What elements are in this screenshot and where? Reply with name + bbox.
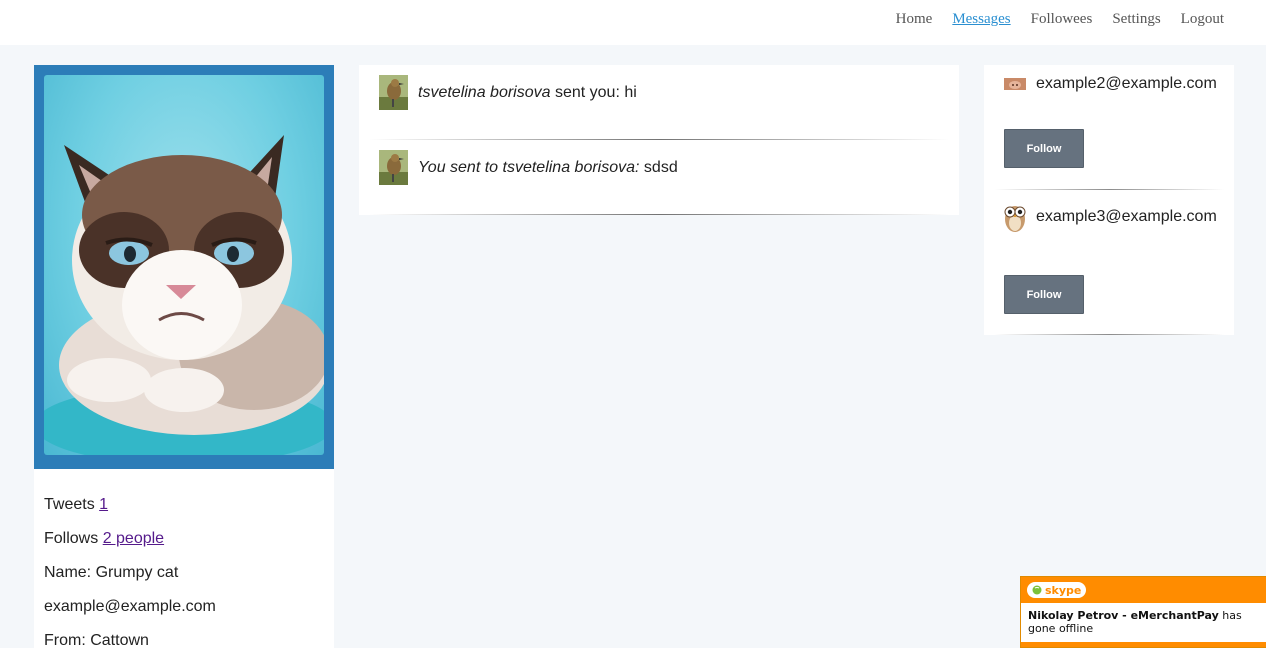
- owl-avatar-icon: [1004, 206, 1026, 232]
- follow-suggestions: example2@example.com Follow example3@exa…: [984, 65, 1234, 335]
- profile-photo-frame: [34, 65, 334, 469]
- suggestion-user: example2@example.com: [1003, 75, 1217, 93]
- skype-notification[interactable]: skype Nikolay Petrov - eMerchantPay has …: [1020, 576, 1266, 648]
- skype-brand: skype: [1045, 583, 1082, 597]
- tweets-stat: Tweets 1: [44, 495, 324, 515]
- nav-logout[interactable]: Logout: [1181, 11, 1224, 28]
- skype-notification-body: Nikolay Petrov - eMerchantPay has gone o…: [1021, 603, 1266, 635]
- message-item[interactable]: tsvetelina borisova sent you: hi: [359, 65, 959, 140]
- suggestion-item: example3@example.com Follow: [984, 190, 1234, 335]
- skype-notification-header: skype: [1021, 577, 1266, 603]
- cat-illustration: [44, 135, 324, 455]
- bird-avatar-icon: [379, 75, 408, 110]
- skype-notification-bar: [1021, 642, 1266, 647]
- follow-button[interactable]: Follow: [1004, 129, 1084, 168]
- profile-card: Tweets 1 Follows 2 people Name: Grumpy c…: [34, 65, 334, 648]
- pig-avatar-icon: [1004, 78, 1026, 90]
- message-item[interactable]: You sent to tsvetelina borisova: sdsd: [359, 140, 959, 215]
- follows-label: Follows: [44, 530, 99, 547]
- message-body: sdsd: [643, 159, 678, 176]
- tweets-label: Tweets: [44, 496, 95, 513]
- message-body: hi: [624, 84, 637, 101]
- nav-followees[interactable]: Followees: [1031, 11, 1093, 28]
- suggestion-item: example2@example.com Follow: [984, 65, 1234, 190]
- nav-settings[interactable]: Settings: [1112, 11, 1160, 28]
- skype-logo: skype: [1027, 582, 1087, 598]
- tweets-count-link[interactable]: 1: [99, 496, 108, 513]
- message-text: tsvetelina borisova sent you: hi: [418, 75, 637, 110]
- message-text: You sent to tsvetelina borisova: sdsd: [418, 150, 678, 185]
- nav-messages[interactable]: Messages: [952, 11, 1010, 28]
- profile-from: From: Cattown: [44, 632, 149, 648]
- message-author: tsvetelina borisova: [418, 84, 551, 101]
- follow-button[interactable]: Follow: [1004, 275, 1084, 314]
- profile-info: Tweets 1 Follows 2 people Name: Grumpy c…: [34, 469, 334, 648]
- grumpy-cat-photo: [44, 75, 324, 455]
- top-navbar: Home Messages Followees Settings Logout: [0, 0, 1266, 45]
- follows-stat: Follows 2 people: [44, 529, 324, 549]
- profile-name: Name: Grumpy cat: [44, 564, 179, 581]
- suggestion-user: example3@example.com: [1003, 201, 1217, 233]
- suggestion-email: example2@example.com: [1036, 75, 1217, 92]
- nav-home[interactable]: Home: [896, 11, 933, 28]
- message-verb: sent you:: [550, 84, 625, 101]
- bird-avatar-icon: [379, 150, 408, 185]
- follows-link[interactable]: 2 people: [103, 530, 164, 547]
- suggestion-email: example3@example.com: [1036, 208, 1217, 225]
- profile-email: example@example.com: [44, 598, 216, 615]
- main-nav: Home Messages Followees Settings Logout: [896, 11, 1224, 28]
- message-author: You sent to tsvetelina borisova:: [418, 159, 640, 176]
- skype-contact-name: Nikolay Petrov - eMerchantPay: [1028, 609, 1219, 622]
- skype-icon: [1032, 585, 1042, 595]
- messages-list: tsvetelina borisova sent you: hi You sen…: [359, 65, 959, 215]
